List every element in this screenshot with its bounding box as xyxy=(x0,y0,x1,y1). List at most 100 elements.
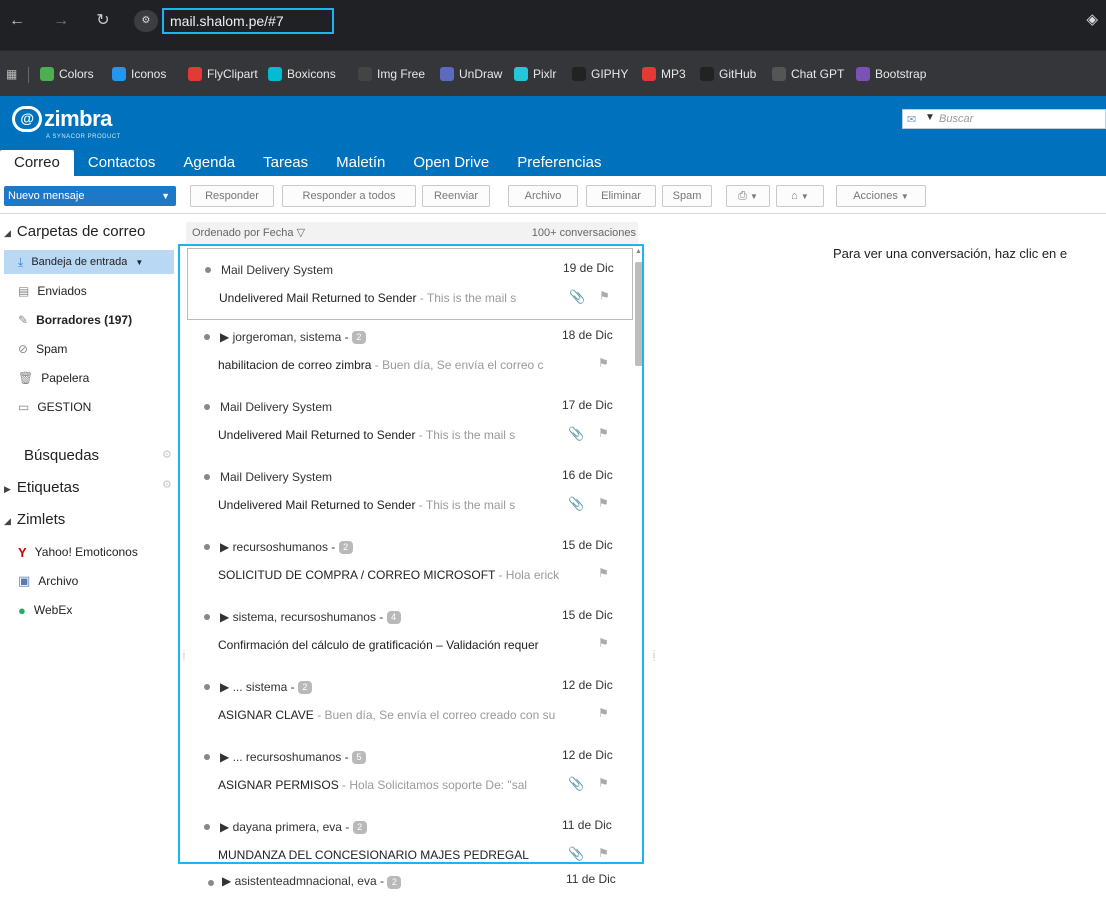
list-item[interactable]: ▶ dayana primera, eva - 2 11 de Dic MUNDAN… xyxy=(180,806,642,862)
flag-icon[interactable]: ⚑ xyxy=(598,636,609,650)
list-item[interactable]: Mail Delivery System 16 de Dic Undelivered… xyxy=(180,456,642,528)
list-item[interactable]: ▶ ... sistema - 2 12 de Dic ASIGNAR CLAVE … xyxy=(180,666,642,738)
zimbra-logo[interactable]: @ zimbra xyxy=(12,106,112,132)
unread-dot-icon[interactable] xyxy=(208,880,214,886)
collapsed-triangle-icon[interactable]: ▶ xyxy=(4,484,11,494)
search-input[interactable]: Buscar xyxy=(939,113,973,125)
extension-icon[interactable]: ◈ xyxy=(1086,10,1098,28)
gear-icon[interactable]: ⚙ xyxy=(162,448,172,461)
sidebar-item-inbox[interactable]: ⤓ Bandeja de entrada ▼ xyxy=(4,250,174,274)
sidebar-item-trash[interactable]: 🗑 Papelera xyxy=(4,366,174,390)
forward-button[interactable]: Reenviar xyxy=(422,185,490,207)
chevron-down-icon[interactable]: ▼ xyxy=(135,258,143,267)
flag-icon[interactable]: ⚑ xyxy=(598,706,609,720)
tab-agenda[interactable]: Agenda xyxy=(169,150,249,176)
unread-dot-icon[interactable] xyxy=(204,824,210,830)
forward-icon[interactable]: → xyxy=(50,10,72,32)
tag-menu-button[interactable]: ⌂ ▼ xyxy=(776,185,824,207)
flag-icon[interactable]: ⚑ xyxy=(598,566,609,580)
flag-icon[interactable]: ⚑ xyxy=(598,496,609,510)
flag-icon[interactable]: ⚑ xyxy=(599,289,610,303)
sort-by-date-button[interactable]: Ordenado por Fecha xyxy=(192,227,294,239)
spam-button[interactable]: Spam xyxy=(662,185,712,207)
unread-dot-icon[interactable] xyxy=(204,684,210,690)
unread-dot-icon[interactable] xyxy=(204,754,210,760)
list-item[interactable]: ▶ recursoshumanos - 2 15 de Dic SOLICITUD … xyxy=(180,526,642,598)
apps-grid-icon[interactable]: ▦ xyxy=(6,65,17,83)
unread-dot-icon[interactable] xyxy=(204,404,210,410)
chevron-down-icon[interactable]: ▼ xyxy=(161,186,170,206)
scroll-up-icon[interactable]: ▲ xyxy=(635,248,642,255)
tab-open-drive[interactable]: Open Drive xyxy=(399,150,503,176)
expand-triangle-icon[interactable]: ▶ xyxy=(220,610,233,624)
unread-dot-icon[interactable] xyxy=(205,267,211,273)
reading-pane-splitter[interactable]: ⋮ ⋮ xyxy=(650,650,658,662)
list-item[interactable]: ▶ sistema, recursoshumanos - 4 15 de Dic C… xyxy=(180,596,642,668)
sidebar-item-gestion[interactable]: ▭ GESTION xyxy=(4,395,174,419)
flag-icon[interactable]: ⚑ xyxy=(598,776,609,790)
address-bar[interactable]: mail.shalom.pe/#7 xyxy=(162,8,334,34)
unread-dot-icon[interactable] xyxy=(204,474,210,480)
mail-search-type-icon[interactable]: ✉ xyxy=(907,113,916,126)
unread-dot-icon[interactable] xyxy=(204,614,210,620)
reply-button[interactable]: Responder xyxy=(190,185,274,207)
flag-icon[interactable]: ⚑ xyxy=(598,846,609,860)
bookmark-flyclipart[interactable]: FlyClipart xyxy=(188,65,258,83)
list-item[interactable]: ▶ jorgeroman, sistema - 2 18 de Dic habili… xyxy=(180,316,642,388)
tags-header[interactable]: ▶ Etiquetas xyxy=(4,478,79,498)
zimlet-item[interactable]: Y Yahoo! Emoticonos xyxy=(4,540,174,564)
tab-contactos[interactable]: Contactos xyxy=(74,150,170,176)
zimlet-item[interactable]: ▣ Archivo xyxy=(4,569,174,593)
bookmark-pixlr[interactable]: Pixlr xyxy=(514,65,556,83)
archive-button[interactable]: Archivo xyxy=(508,185,578,207)
expand-triangle-icon[interactable]: ▶ xyxy=(220,330,233,344)
tab-maletín[interactable]: Maletín xyxy=(322,150,399,176)
unread-dot-icon[interactable] xyxy=(204,544,210,550)
bookmark-chat-gpt[interactable]: Chat GPT xyxy=(772,65,844,83)
bookmark-colors[interactable]: Colors xyxy=(40,65,94,83)
search-box[interactable]: ✉ ▼ Buscar xyxy=(902,109,1106,129)
zimlet-item[interactable]: ● WebEx xyxy=(4,598,174,622)
list-item[interactable]: ▶ asistenteadmnacional, eva - 2 11 de Di… xyxy=(178,866,644,908)
print-menu-button[interactable]: ⎙ ▼ xyxy=(726,185,770,207)
delete-button[interactable]: Eliminar xyxy=(586,185,656,207)
list-item[interactable]: Mail Delivery System 17 de Dic Undelivered… xyxy=(180,386,642,458)
reload-icon[interactable]: ↻ xyxy=(92,10,114,32)
tab-preferencias[interactable]: Preferencias xyxy=(503,150,615,176)
searches-header[interactable]: Búsquedas xyxy=(24,446,99,466)
expand-triangle-icon[interactable]: ▶ xyxy=(222,874,235,888)
sidebar-item-sent[interactable]: ▤ Enviados xyxy=(4,279,174,303)
back-icon[interactable]: ← xyxy=(6,10,28,32)
bookmark-bootstrap[interactable]: Bootstrap xyxy=(856,65,926,83)
gear-icon[interactable]: ⚙ xyxy=(162,478,172,491)
flag-icon[interactable]: ⚑ xyxy=(598,356,609,370)
bookmark-undraw[interactable]: UnDraw xyxy=(440,65,502,83)
sidebar-item-spam[interactable]: ⊘ Spam xyxy=(4,337,174,361)
site-settings-icon[interactable]: ⚙ xyxy=(134,10,158,32)
list-item[interactable]: Mail Delivery System 19 de Dic Undelivered… xyxy=(187,248,633,320)
zimlets-header[interactable]: ◢ Zimlets xyxy=(4,510,65,530)
list-item[interactable]: ▶ ... recursoshumanos - 5 12 de Dic ASIGNA… xyxy=(180,736,642,808)
new-message-button[interactable]: Nuevo mensaje ▼ xyxy=(4,186,176,206)
expand-triangle-icon[interactable]: ▶ xyxy=(220,680,233,694)
unread-dot-icon[interactable] xyxy=(204,334,210,340)
expanded-triangle-icon[interactable]: ◢ xyxy=(4,516,11,526)
bookmark-mp3[interactable]: MP3 xyxy=(642,65,686,83)
sort-filter-icon[interactable]: ▽ xyxy=(297,227,305,239)
bookmark-giphy[interactable]: GIPHY xyxy=(572,65,628,83)
chevron-down-icon[interactable]: ▼ xyxy=(925,112,935,123)
flag-icon[interactable]: ⚑ xyxy=(598,426,609,440)
sidebar-item-drafts[interactable]: ✎ Borradores (197) xyxy=(4,308,174,332)
actions-button[interactable]: Acciones ▼ xyxy=(836,185,926,207)
expand-triangle-icon[interactable]: ▶ xyxy=(220,750,233,764)
bookmark-boxicons[interactable]: Boxicons xyxy=(268,65,336,83)
bookmark-github[interactable]: GitHub xyxy=(700,65,756,83)
mail-folders-header[interactable]: ◢ Carpetas de correo xyxy=(4,222,145,242)
reply-all-button[interactable]: Responder a todos xyxy=(282,185,416,207)
tab-correo[interactable]: Correo xyxy=(0,150,74,176)
bookmark-iconos[interactable]: Iconos xyxy=(112,65,166,83)
expanded-triangle-icon[interactable]: ◢ xyxy=(4,228,11,238)
bookmark-img-free[interactable]: Img Free xyxy=(358,65,425,83)
expand-triangle-icon[interactable]: ▶ xyxy=(220,820,233,834)
expand-triangle-icon[interactable]: ▶ xyxy=(220,540,233,554)
